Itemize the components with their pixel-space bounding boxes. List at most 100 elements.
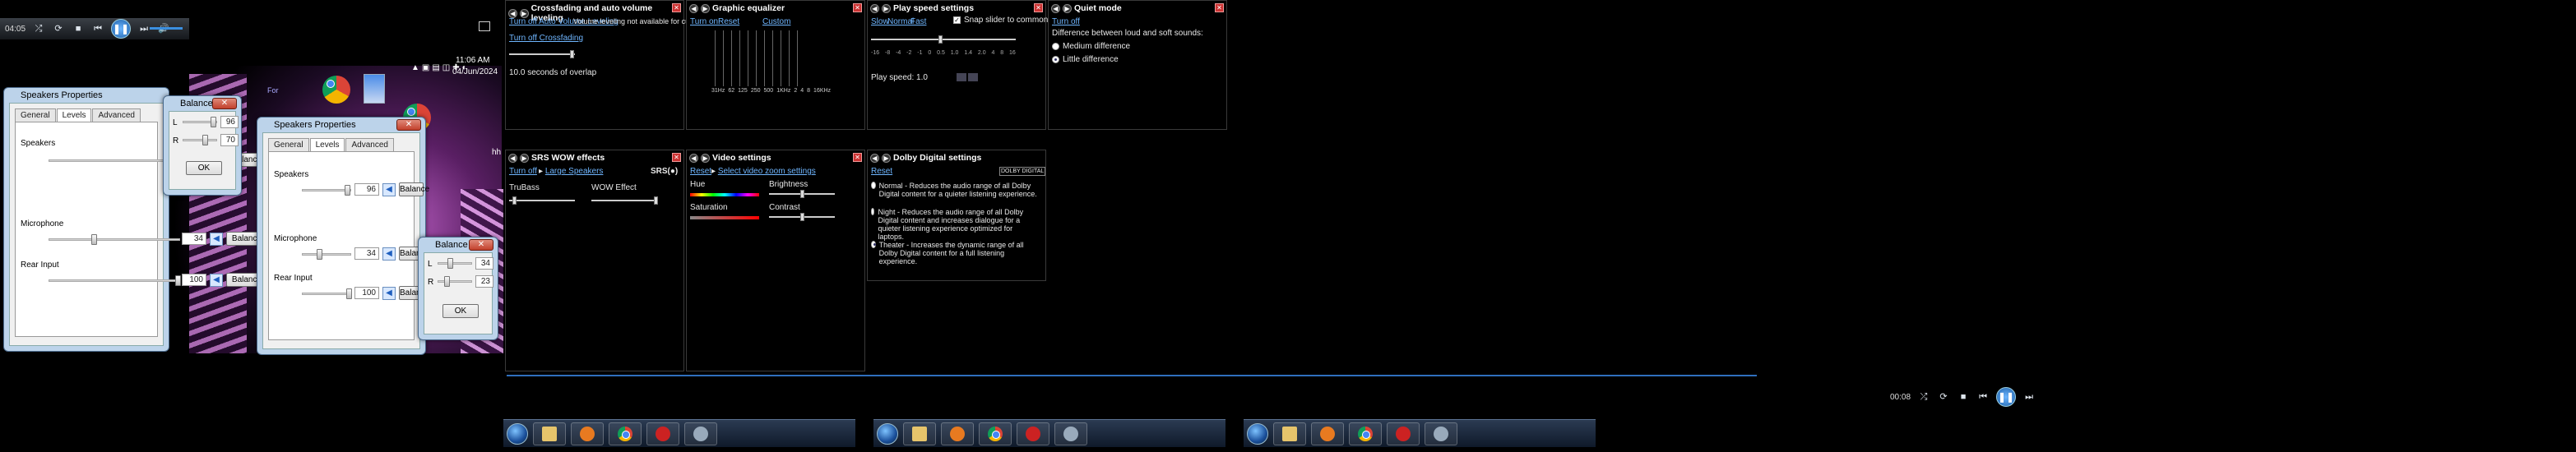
speed-slider[interactable] [871, 35, 1016, 44]
chrome-taskbar-icon[interactable] [1349, 422, 1382, 445]
shuffle-icon[interactable]: ⤮ [1917, 391, 1930, 403]
close-icon[interactable]: ✕ [1034, 3, 1043, 12]
next-button[interactable]: ⏭ [2022, 391, 2036, 403]
balance-button[interactable]: Balance [399, 182, 429, 196]
little-difference-option[interactable]: Little difference [1052, 55, 1119, 64]
pause-button[interactable]: ❚❚ [111, 19, 132, 39]
close-icon[interactable]: ✕ [853, 3, 862, 12]
close-button[interactable]: ✕ [469, 239, 493, 251]
speed-fast-link[interactable]: Fast [910, 17, 926, 26]
tab-advanced[interactable]: Advanced [345, 138, 394, 152]
next-panel-icon[interactable]: ▶ [882, 3, 891, 13]
saturation-slider[interactable] [690, 216, 759, 219]
shuffle-icon[interactable]: ⤮ [32, 23, 45, 35]
video-reset-link[interactable]: Reset [690, 167, 711, 176]
prev-panel-icon[interactable]: ◀ [689, 3, 698, 13]
start-button[interactable] [877, 422, 898, 445]
prev-panel-icon[interactable]: ◀ [1051, 3, 1060, 13]
zoom-selector[interactable]: ▸ Select video zoom settings [711, 167, 816, 176]
microphone-mute-icon[interactable]: ◀ [210, 233, 223, 246]
tab-general[interactable]: General [268, 138, 309, 152]
left-channel-slider[interactable] [183, 117, 217, 127]
next-button[interactable]: ⏭ [137, 23, 151, 35]
pause-button[interactable]: ❚❚ [1996, 387, 2017, 407]
srs-turn-off-link[interactable]: Turn off [509, 167, 537, 176]
microphone-mute-icon[interactable]: ◀ [382, 247, 396, 261]
close-icon[interactable]: ✕ [853, 153, 862, 162]
overlap-slider[interactable] [509, 50, 575, 58]
dolby-night-option[interactable]: Night - Reduces the audio range of all D… [871, 208, 1039, 241]
tab-levels[interactable]: Levels [56, 108, 92, 122]
close-button[interactable]: ✕ [396, 119, 421, 131]
right-channel-slider[interactable] [438, 276, 472, 287]
right-channel-value[interactable]: 70 [220, 134, 239, 146]
speaker-size-link[interactable]: Large Speakers [545, 167, 604, 176]
medium-difference-option[interactable]: Medium difference [1052, 42, 1130, 51]
close-icon[interactable]: ✕ [672, 3, 681, 12]
explorer-taskbar-icon[interactable] [1273, 422, 1306, 445]
media-player-taskbar-icon[interactable] [571, 422, 604, 445]
quiet-turn-off-link[interactable]: Turn off [1052, 17, 1080, 26]
speed-step-up-icon[interactable] [968, 73, 978, 81]
clock-time[interactable]: 11:06 AM [456, 56, 490, 65]
ok-button[interactable]: OK [186, 161, 222, 175]
microphone-slider[interactable] [302, 249, 351, 260]
rear-input-mute-icon[interactable]: ◀ [382, 287, 396, 300]
dolby-normal-option[interactable]: Normal - Reduces the audio range of all … [871, 182, 1039, 198]
media-player-taskbar-icon[interactable] [1311, 422, 1344, 445]
rear-input-slider[interactable] [49, 275, 181, 286]
brightness-slider[interactable] [769, 190, 835, 198]
paint-taskbar-icon[interactable] [1425, 422, 1457, 445]
wow-effect-slider[interactable] [591, 196, 658, 205]
left-channel-slider[interactable] [438, 258, 472, 269]
start-button[interactable] [507, 422, 528, 445]
rear-input-value[interactable]: 100 [354, 287, 379, 299]
fullscreen-icon[interactable] [479, 21, 490, 31]
prev-panel-icon[interactable]: ◀ [508, 153, 517, 163]
recorder-taskbar-icon[interactable] [1017, 422, 1049, 445]
speakers-slider[interactable] [49, 155, 180, 166]
eq-reset-link[interactable]: Reset [718, 17, 739, 26]
ok-button[interactable]: OK [442, 304, 479, 318]
contrast-slider[interactable] [769, 213, 835, 221]
repeat-icon[interactable]: ⟳ [1937, 391, 1950, 403]
clock-date[interactable]: 04/Jun/2024 [452, 67, 498, 76]
close-button[interactable]: ✕ [212, 98, 237, 109]
rear-input-value[interactable]: 100 [182, 274, 206, 286]
next-panel-icon[interactable]: ▶ [701, 153, 710, 163]
volume-slider[interactable] [150, 27, 183, 30]
speaker-mute-icon[interactable]: ◀ [382, 183, 396, 196]
left-channel-value[interactable]: 34 [475, 257, 493, 270]
zoom-link[interactable]: Select video zoom settings [718, 167, 816, 176]
prev-panel-icon[interactable]: ◀ [870, 3, 879, 13]
next-panel-icon[interactable]: ▶ [1063, 3, 1072, 13]
file-icon[interactable] [364, 74, 385, 104]
eq-preset-link[interactable]: Custom [762, 17, 790, 26]
repeat-icon[interactable]: ⟳ [52, 23, 65, 35]
chrome-icon[interactable] [322, 76, 350, 104]
paint-taskbar-icon[interactable] [684, 422, 717, 445]
media-player-taskbar-icon[interactable] [941, 422, 974, 445]
stop-button[interactable]: ■ [1957, 391, 1970, 403]
speaker-size-selector[interactable]: ▸ Large Speakers [539, 167, 603, 176]
hue-slider[interactable] [690, 193, 759, 196]
rear-input-mute-icon[interactable]: ◀ [210, 274, 223, 287]
prev-panel-icon[interactable]: ◀ [870, 153, 879, 163]
next-panel-icon[interactable]: ▶ [882, 153, 891, 163]
tab-levels[interactable]: Levels [309, 138, 345, 152]
next-panel-icon[interactable]: ▶ [519, 8, 529, 18]
chrome-taskbar-icon[interactable] [979, 422, 1012, 445]
crossfading-link[interactable]: Turn off Crossfading [509, 34, 583, 43]
paint-taskbar-icon[interactable] [1054, 422, 1087, 445]
speakers-slider[interactable] [302, 185, 351, 196]
explorer-taskbar-icon[interactable] [903, 422, 936, 445]
previous-button[interactable]: ⏮ [1976, 391, 1990, 403]
seek-bar[interactable] [507, 375, 1757, 376]
close-icon[interactable]: ✕ [672, 153, 681, 162]
speakers-value[interactable]: 96 [354, 183, 379, 196]
next-panel-icon[interactable]: ▶ [701, 3, 710, 13]
dolby-theater-option[interactable]: Theater - Increases the dynamic range of… [871, 241, 1039, 265]
microphone-value[interactable]: 34 [182, 233, 206, 245]
recorder-taskbar-icon[interactable] [646, 422, 679, 445]
eq-turn-on-link[interactable]: Turn on [690, 17, 718, 26]
